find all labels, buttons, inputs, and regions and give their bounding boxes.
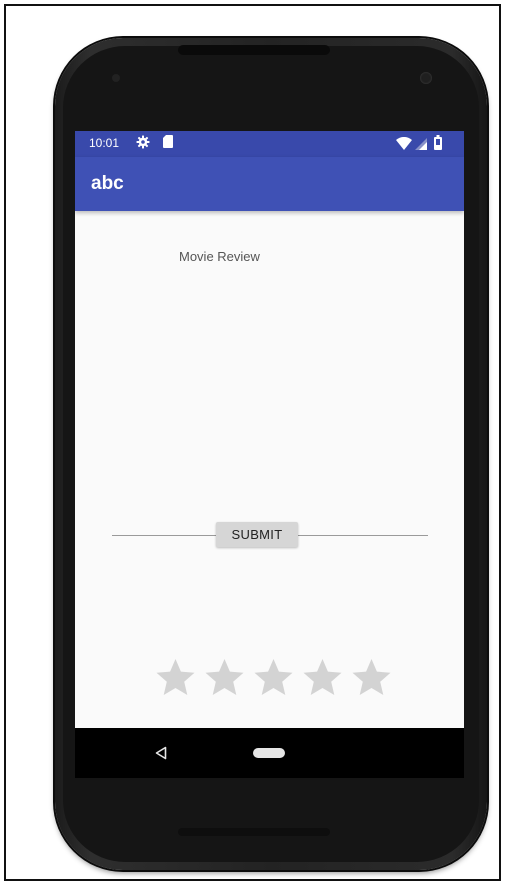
review-form: Movie Review SUBMIT: [75, 211, 464, 729]
gear-icon: [136, 135, 150, 149]
navigation-bar: [75, 728, 464, 778]
star-icon[interactable]: [151, 655, 200, 699]
star-icon[interactable]: [298, 655, 347, 699]
sd-card-icon: [163, 135, 173, 148]
star-icon[interactable]: [200, 655, 249, 699]
status-bar: 10:01: [75, 131, 464, 157]
proximity-sensor: [112, 74, 120, 82]
star-icon[interactable]: [249, 655, 298, 699]
signal-icon: [415, 138, 427, 150]
app-title: abc: [91, 173, 124, 194]
bottom-speaker: [178, 828, 330, 836]
battery-icon: [434, 135, 442, 150]
device-screen: 10:01 abc Movie Review SUBMIT: [75, 131, 464, 777]
status-time: 10:01: [89, 136, 120, 150]
earpiece-speaker: [178, 45, 330, 55]
wifi-icon: [396, 137, 412, 150]
star-icon[interactable]: [347, 655, 396, 699]
rating-bar[interactable]: [151, 655, 396, 699]
movie-review-label: Movie Review: [179, 249, 260, 264]
home-icon[interactable]: [253, 748, 285, 758]
app-bar: abc: [75, 157, 464, 211]
back-icon[interactable]: [155, 746, 167, 760]
front-camera: [420, 72, 432, 84]
submit-button[interactable]: SUBMIT: [216, 522, 298, 547]
